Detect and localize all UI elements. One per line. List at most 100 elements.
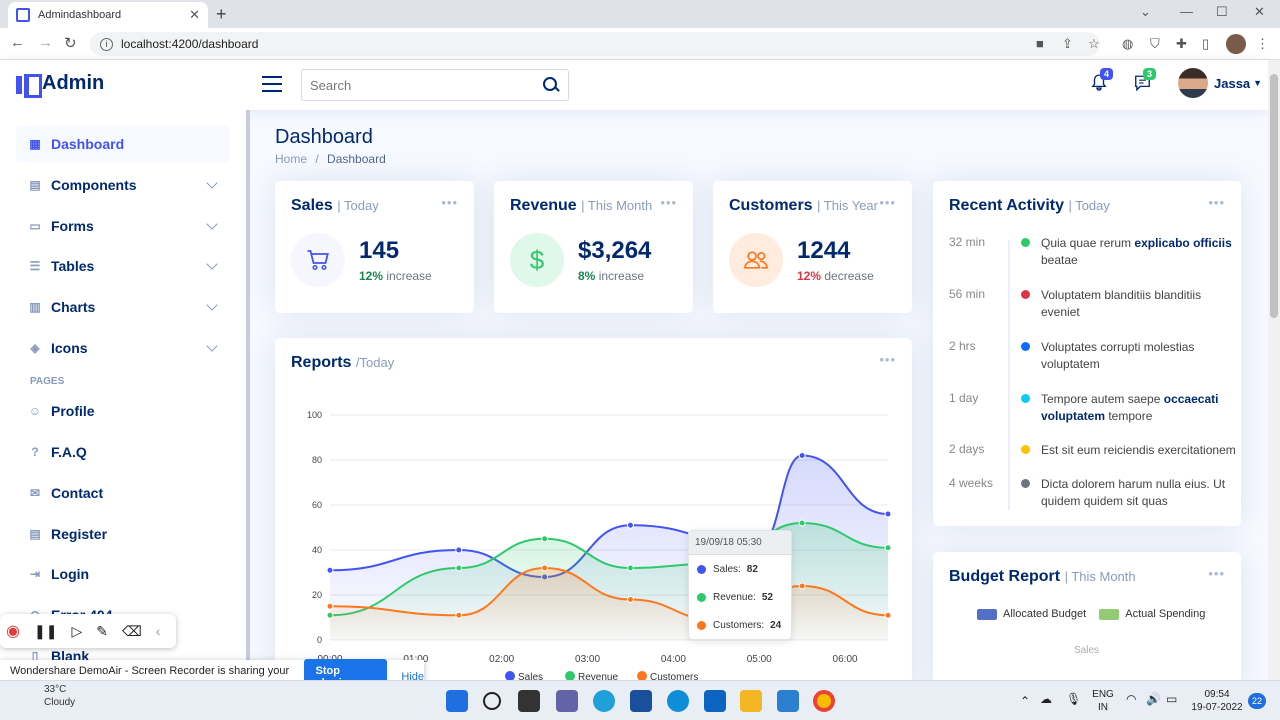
pause-icon[interactable]: ❚❚ xyxy=(34,623,57,640)
camera-icon[interactable]: ■ xyxy=(1036,36,1044,51)
sidebar-item-faq[interactable]: ? F.A.Q xyxy=(16,434,230,470)
sidebar-item-dashboard[interactable]: ▦ Dashboard xyxy=(16,126,230,162)
card-menu-icon[interactable]: ••• xyxy=(879,195,896,210)
chevron-down-icon xyxy=(206,340,218,352)
legend-item-allocated[interactable]: Allocated Budget xyxy=(977,608,1086,620)
close-tab-icon[interactable]: ✕ xyxy=(189,7,200,23)
notification-center-badge[interactable]: 22 xyxy=(1248,693,1266,709)
store-icon[interactable] xyxy=(630,690,652,712)
maximize-icon[interactable]: ☐ xyxy=(1216,4,1228,20)
chat-teams-icon[interactable] xyxy=(556,690,578,712)
record-icon[interactable]: ◉ xyxy=(6,621,20,641)
extension-icon[interactable]: ◍ xyxy=(1122,36,1133,52)
tab-search-icon[interactable]: ⌄ xyxy=(1140,4,1151,20)
activity-text: Voluptatem blanditiis blanditiis eveniet xyxy=(1041,288,1202,319)
browser-profile-avatar[interactable] xyxy=(1226,34,1246,54)
breadcrumb-current: Dashboard xyxy=(327,152,386,166)
close-window-icon[interactable]: ✕ xyxy=(1254,4,1265,20)
legend-item-actual[interactable]: Actual Spending xyxy=(1099,608,1205,620)
tray-chevron-icon[interactable]: ⌃ xyxy=(1020,695,1030,708)
back-icon[interactable]: ← xyxy=(10,34,25,51)
legend-dot xyxy=(697,592,706,602)
card-menu-icon[interactable]: ••• xyxy=(1208,195,1225,210)
clock[interactable]: 09:54 19-07-2022 xyxy=(1186,688,1248,714)
new-tab-icon[interactable]: + xyxy=(216,4,227,25)
activity-dot-icon xyxy=(1021,394,1030,403)
windows-start-icon[interactable] xyxy=(446,690,468,712)
share-icon[interactable]: ⇪ xyxy=(1062,36,1073,52)
search-icon[interactable] xyxy=(542,76,560,94)
activity-time: 1 day xyxy=(949,391,979,405)
brand-name: Admin xyxy=(42,72,105,94)
card-title: Reports xyxy=(291,354,352,371)
sidebar-item-login[interactable]: ⇥ Login xyxy=(16,556,230,592)
data-point xyxy=(626,521,634,529)
logo[interactable]: Admin xyxy=(16,72,105,98)
browser-tab[interactable]: Admindashboard ✕ xyxy=(8,2,208,28)
chrome-icon[interactable] xyxy=(813,690,835,712)
revenue-change-label: increase xyxy=(598,269,645,283)
card-menu-icon[interactable]: ••• xyxy=(1208,566,1225,581)
wifi-icon[interactable]: ◠ xyxy=(1126,693,1136,706)
breadcrumb-home[interactable]: Home xyxy=(275,152,307,166)
reload-icon[interactable]: ↻ xyxy=(64,34,77,52)
mail-icon[interactable] xyxy=(704,690,726,712)
minimize-icon[interactable]: — xyxy=(1180,4,1193,19)
messages-chat-icon[interactable]: 3 xyxy=(1133,68,1157,97)
scrollbar-thumb[interactable] xyxy=(1270,74,1278,318)
vscode-icon[interactable] xyxy=(777,690,799,712)
pointer-icon[interactable]: ▷ xyxy=(71,623,82,640)
card-menu-icon[interactable]: ••• xyxy=(441,195,458,210)
menu-button-icon: ▤ xyxy=(29,178,41,192)
battery-icon[interactable]: ▭ xyxy=(1166,693,1177,706)
reports-chart[interactable]: 02040608010000:0001:0002:0003:0004:0005:… xyxy=(290,400,900,685)
sidebar-item-label: Components xyxy=(51,177,137,193)
eraser-icon[interactable]: ⌫ xyxy=(122,623,142,640)
weather-widget[interactable]: 33°C Cloudy xyxy=(44,683,75,709)
puzzle-icon[interactable]: ✚ xyxy=(1176,36,1187,52)
sidebar-item-label: Icons xyxy=(51,340,88,356)
task-view-icon[interactable] xyxy=(518,690,540,712)
collapse-icon[interactable]: ‹ xyxy=(156,623,161,639)
cart-icon xyxy=(291,233,345,287)
sidebar-item-charts[interactable]: ▥ Charts xyxy=(16,289,230,325)
sidebar-item-register[interactable]: ▤ Register xyxy=(16,516,230,552)
pen-icon[interactable]: ✎ xyxy=(96,623,108,640)
notifications-bell-icon[interactable]: 4 xyxy=(1090,68,1114,97)
volume-icon[interactable]: 🔊 xyxy=(1146,693,1161,706)
page-scrollbar[interactable] xyxy=(1268,60,1280,680)
onedrive-icon[interactable]: ☁ xyxy=(1040,693,1052,706)
search-input[interactable] xyxy=(310,77,542,93)
site-info-icon[interactable]: i xyxy=(100,37,113,51)
data-point xyxy=(326,566,334,574)
shield-icon[interactable]: ⛉ xyxy=(1150,36,1160,52)
radar-axis-label: Sales xyxy=(1074,645,1100,656)
search-taskbar-icon[interactable] xyxy=(483,692,501,710)
forward-icon[interactable]: → xyxy=(38,34,53,51)
skype-icon[interactable] xyxy=(593,690,615,712)
sidebar-item-contact[interactable]: ✉ Contact xyxy=(16,475,230,511)
sidebar-item-tables[interactable]: ☰ Tables xyxy=(16,248,230,284)
sidebar-item-profile[interactable]: ☺ Profile xyxy=(16,393,230,429)
data-point xyxy=(798,582,806,590)
sidebar-item-components[interactable]: ▤ Components xyxy=(16,167,230,203)
sidebar-item-label: Register xyxy=(51,526,108,542)
sidebar-item-icons[interactable]: ◈ Icons xyxy=(16,330,230,366)
card-period: /Today xyxy=(355,355,395,370)
sidebar-item-forms[interactable]: ▭ Forms xyxy=(16,208,230,244)
sidebar-item-label: Dashboard xyxy=(51,136,125,152)
sidepanel-icon[interactable]: ▯ xyxy=(1202,36,1209,52)
url-field[interactable]: i localhost:4200/dashboard xyxy=(90,32,1100,56)
card-menu-icon[interactable]: ••• xyxy=(660,195,677,210)
profile-dropdown[interactable]: Jassa ▼ xyxy=(1178,68,1262,98)
x-tick-label: 05:00 xyxy=(747,654,772,665)
budget-report-card: Budget Report | This Month ••• Allocated… xyxy=(933,552,1241,692)
edge-icon[interactable] xyxy=(667,690,689,712)
file-explorer-icon[interactable] xyxy=(740,690,762,712)
browser-menu-icon[interactable]: ⋮ xyxy=(1256,36,1269,52)
toggle-sidebar-icon[interactable] xyxy=(262,76,282,92)
language-indicator[interactable]: ENG IN xyxy=(1090,688,1116,714)
bookmark-star-icon[interactable]: ☆ xyxy=(1088,36,1100,52)
card-menu-icon[interactable]: ••• xyxy=(879,352,896,367)
microphone-icon[interactable]: 🎙 xyxy=(1066,693,1081,706)
